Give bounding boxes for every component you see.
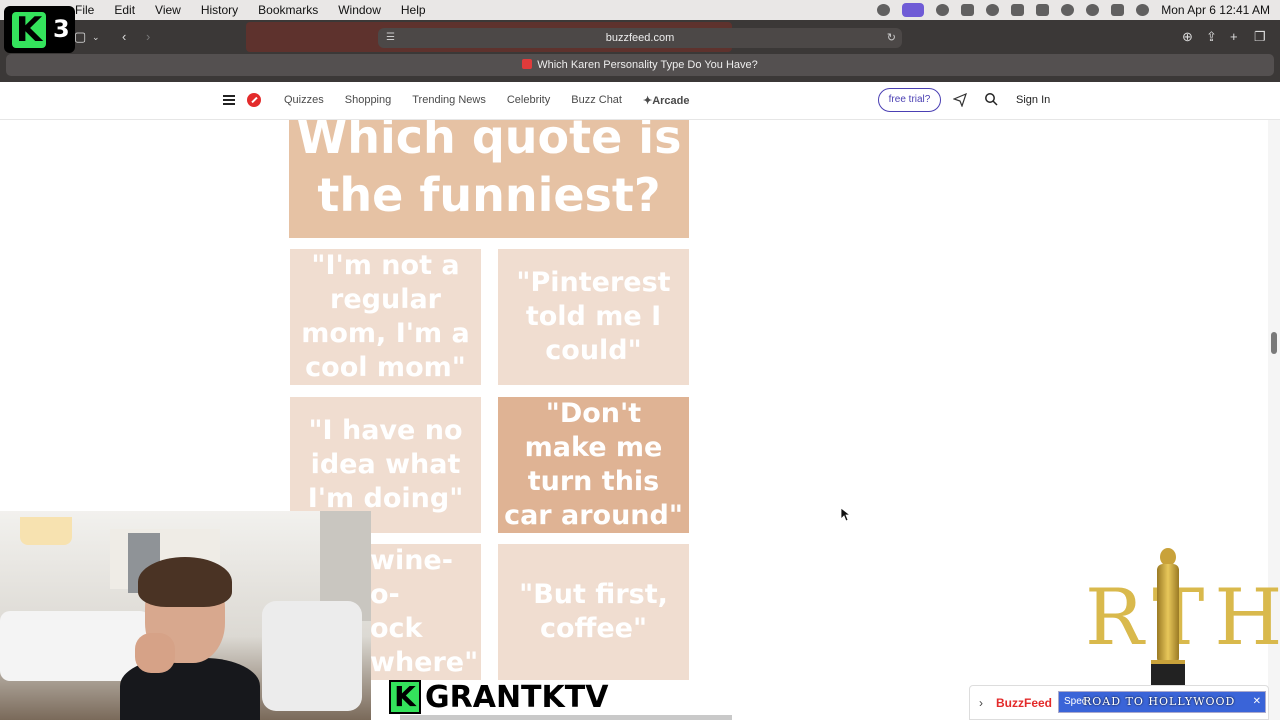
sidebar-toggle-icon[interactable]: ▢ [74,29,86,45]
buzzfeed-favicon-icon [522,59,533,69]
statue-body [1157,564,1179,664]
buzzfeed-brand[interactable]: BuzzFeed [996,696,1052,710]
sign-in-link[interactable]: Sign In [1016,94,1050,106]
tab-bar[interactable]: Which Karen Personality Type Do You Have… [6,54,1274,76]
screen: File Edit View History Bookmarks Window … [0,0,1280,720]
channel-logo-letter: K [12,12,46,48]
buzzfeed-bottom-bar[interactable]: › BuzzFeed Spec ROAD TO HOLLYWOOD ✕ [969,685,1269,720]
nav-shopping[interactable]: Shopping [345,94,392,107]
quiz-question-text: Which quote is the funniest? [296,120,682,222]
quiz-answer-4[interactable]: "Don't make me turn this car around" [498,397,689,533]
new-tab-icon[interactable]: + [1230,29,1238,45]
quiz-answer-1-text: "I'm not a regular mom, I'm a cool mom" [301,250,470,383]
hamburger-menu-icon[interactable] [223,95,235,105]
menu-view[interactable]: View [155,3,181,17]
scrollbar-thumb[interactable] [1271,332,1277,354]
quiz-answer-6[interactable]: "But first, coffee" [498,544,689,680]
menu-history[interactable]: History [201,3,238,17]
quiz-answer-3-text: "I have no idea what I'm doing" [307,415,464,514]
send-icon[interactable] [953,93,967,107]
tab-title: Which Karen Personality Type Do You Have… [537,59,758,71]
menu-file[interactable]: File [75,3,94,17]
record-icon[interactable] [936,4,950,16]
channel-name-overlay: K GRANTKTV [389,678,608,716]
nav-celebrity[interactable]: Celebrity [507,94,550,107]
buzzfeed-logo-icon[interactable] [247,93,261,107]
chevron-down-icon[interactable]: ⌄ [92,29,100,45]
close-icon[interactable]: ✕ [1253,692,1261,712]
quiz-answer-4-text: "Don't make me turn this car around" [504,398,683,531]
siri-icon[interactable] [1136,4,1150,16]
menu-clock[interactable]: Mon Apr 6 12:41 AM [1161,3,1270,17]
channel-name: GRANTKTV [425,679,609,715]
armchair [262,601,362,711]
reload-icon[interactable]: ↻ [887,28,896,48]
menu-window[interactable]: Window [338,3,381,17]
hand [135,633,175,673]
menu-help[interactable]: Help [401,3,426,17]
quiz-answer-2[interactable]: "Pinterest told me I could" [498,249,689,385]
browser-toolbar: ▢ ⌄ ‹ › ☰ buzzfeed.com ↻ ⊕ ⇪ + ❐ [0,20,1280,54]
browser-chrome: ▢ ⌄ ‹ › ☰ buzzfeed.com ↻ ⊕ ⇪ + ❐ Which K… [0,20,1280,82]
chevron-right-icon[interactable]: › [979,696,983,710]
address-bar[interactable]: ☰ buzzfeed.com ↻ [378,28,902,48]
site-header: Quizzes Shopping Trending News Celebrity… [0,82,1280,120]
sparkle-icon: ✦ [642,95,653,107]
nav-buzz-chat[interactable]: Buzz Chat [571,94,622,107]
ad-banner[interactable]: Spec ROAD TO HOLLYWOOD ✕ [1058,691,1266,713]
site-nav-links: Quizzes Shopping Trending News Celebrity… [284,94,690,107]
battery-icon[interactable] [1036,4,1050,16]
macos-menu-bar: File Edit View History Bookmarks Window … [0,0,1280,20]
quiz-answer-6-text: "But first, coffee" [519,579,668,644]
channel-logo-small: K [389,680,421,714]
ad-banner-text: ROAD TO HOLLYWOOD [1083,695,1236,708]
share-icon[interactable]: ⇪ [1206,29,1217,45]
channel-badge: K 3 [4,6,75,53]
quiz-answer-2-text: "Pinterest told me I could" [516,267,671,366]
status-area: Mon Apr 6 12:41 AM [877,0,1270,20]
url-text: buzzfeed.com [605,32,675,44]
spotlight-icon[interactable] [1086,4,1100,16]
nav-quizzes[interactable]: Quizzes [284,94,324,107]
menu-bookmarks[interactable]: Bookmarks [258,3,318,17]
app-menu-items: File Edit View History Bookmarks Window … [75,0,446,20]
webcam-overlay [0,511,371,720]
downloads-icon[interactable]: ⊕ [1182,29,1193,45]
trophy-statue-icon [1151,548,1185,688]
screen-mirroring-icon[interactable] [902,3,925,17]
nav-arcade[interactable]: ✦Arcade [643,94,690,107]
quiz-answer-1[interactable]: "I'm not a regular mom, I'm a cool mom" [290,249,481,385]
back-icon[interactable]: ‹ [122,29,126,45]
play-icon[interactable] [986,4,1000,16]
forward-icon[interactable]: › [146,29,150,45]
streamer [120,557,260,720]
stream-strip [400,715,732,720]
tab-overview-icon[interactable]: ❐ [1254,29,1266,45]
free-trial-button[interactable]: free trial? [878,88,941,112]
quiz-answer-5-text: wine-o- ock where" [370,545,479,678]
rth-logo-overlay: RTH [1085,548,1280,690]
control-center-icon[interactable] [1111,4,1125,16]
wifi-icon[interactable] [1061,4,1075,16]
nav-arcade-label: Arcade [652,95,690,107]
statue-base [1151,660,1185,688]
bluetooth-icon[interactable] [1011,4,1025,16]
channel-badge-number: 3 [53,15,70,43]
mouse-cursor-icon [841,508,851,522]
hair [138,557,232,607]
search-icon[interactable] [984,92,998,106]
menu-edit[interactable]: Edit [114,3,135,17]
lamp [20,517,72,545]
status-app-icon[interactable] [877,4,891,16]
nav-trending-news[interactable]: Trending News [412,94,486,107]
control-icon[interactable] [961,4,975,16]
quiz-question-card: Which quote is the funniest? [289,120,689,238]
reader-icon[interactable]: ☰ [386,28,395,48]
